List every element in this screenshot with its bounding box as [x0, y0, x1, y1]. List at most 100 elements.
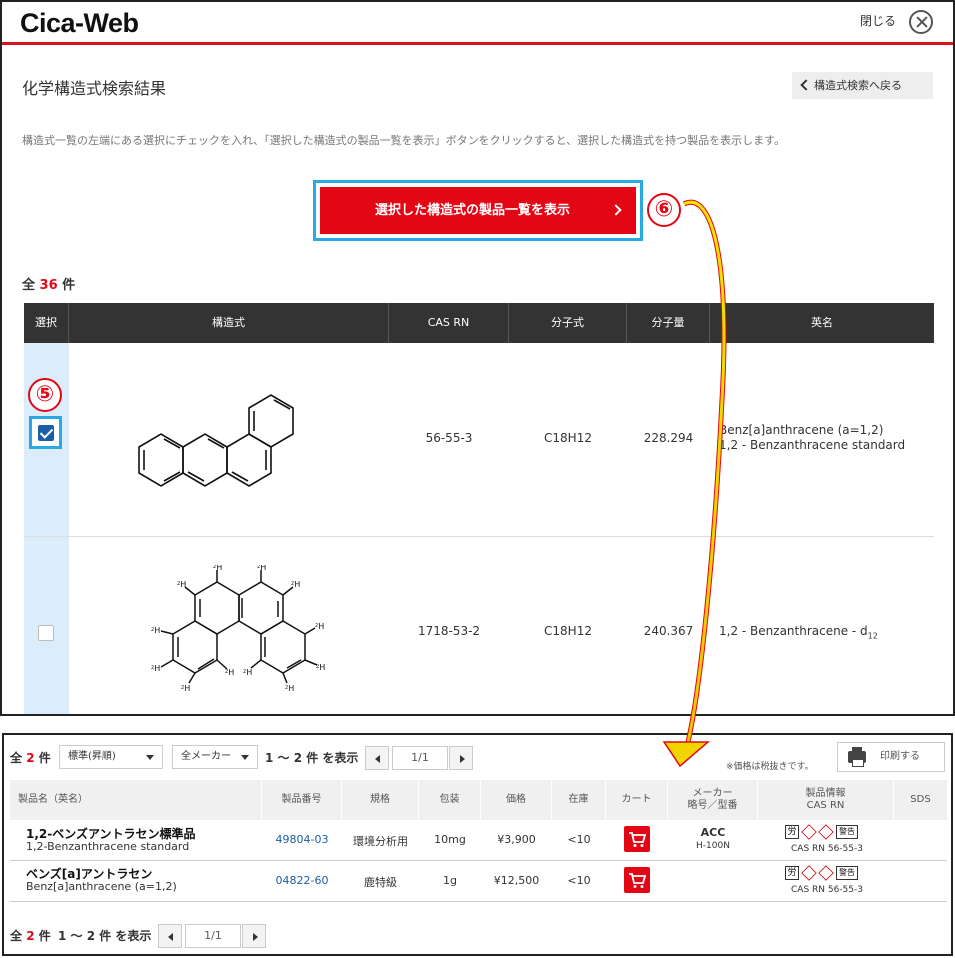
show-button-label: 選択した構造式の製品一覧を表示: [375, 203, 571, 218]
stock-value: <10: [567, 833, 591, 846]
col-product-code: 製品番号: [262, 780, 342, 820]
select-checkbox-checked[interactable]: [38, 425, 54, 441]
count-suffix: 件: [38, 929, 51, 943]
highlight-frame-show-button: 選択した構造式の製品一覧を表示: [313, 180, 643, 241]
count-value: 36: [39, 278, 58, 293]
grade-value: 鹿特級: [364, 876, 397, 889]
col-structure: 構造式: [69, 303, 389, 343]
chevron-left-icon: [800, 79, 812, 91]
col-product-info: 製品情報 CAS RN: [758, 780, 894, 820]
col-stock: 在庫: [552, 780, 606, 820]
maker-select-value: 全メーカー: [181, 751, 231, 762]
chevron-down-icon: [146, 755, 154, 760]
footer-page-input[interactable]: 1/1: [185, 924, 241, 948]
next-page-button[interactable]: [449, 746, 473, 770]
col-mw: 分子量: [627, 303, 710, 343]
col-formula: 分子式: [509, 303, 627, 343]
english-name-line1: Benz[a]anthracene (a=1,2): [719, 423, 884, 437]
col-cart: カート: [606, 780, 668, 820]
prev-page-button[interactable]: [365, 746, 389, 770]
svg-text:2H: 2H: [257, 565, 266, 572]
structure-table-header: 選択 構造式 CAS RN 分子式 分子量 英名: [24, 303, 934, 343]
pack-value: 10mg: [434, 833, 466, 846]
col-maker: メーカー 略号／型番: [668, 780, 758, 820]
table-row: ベンズ[a]アントラセン Benz[a]anthracene (a=1,2) 0…: [10, 861, 947, 902]
cart-icon: [629, 832, 647, 847]
footer-prev-page-button[interactable]: [158, 924, 182, 948]
table-row: 56-55-3 C18H12 228.294 Benz[a]anthracene…: [24, 343, 934, 537]
svg-text:2H: 2H: [151, 626, 160, 635]
deuterated-benzanthracene-structure-image: 2H 2H 2H 2H 2H 2H 2H 2H 2H 2H 2H 2H: [151, 565, 325, 693]
english-name-line1: 1,2 - Benzanthracene - d12: [719, 624, 878, 643]
english-name-subscript: 12: [867, 631, 878, 641]
col-english-name: 英名: [811, 316, 833, 329]
page-input[interactable]: 1/1: [392, 746, 448, 770]
count-suffix: 件: [38, 751, 51, 765]
mw-value: 228.294: [643, 431, 694, 445]
tax-note: ※価格は税抜きです。: [726, 762, 814, 772]
header-divider: [2, 42, 953, 45]
svg-text:2H: 2H: [213, 565, 222, 572]
col-grade: 規格: [342, 780, 419, 820]
select-checkbox-unchecked[interactable]: [38, 625, 54, 641]
count-prefix: 全: [10, 751, 23, 765]
col-price: 価格: [481, 780, 552, 820]
instruction-text: 構造式一覧の左端にある選択にチェックを入れ、「選択した構造式の製品一覧を表示」ボ…: [22, 134, 786, 147]
health-hazard-icon: [801, 865, 817, 881]
logo: Cica-Web: [20, 8, 139, 38]
count-value: 2: [26, 751, 35, 765]
svg-text:2H: 2H: [315, 622, 324, 631]
print-button[interactable]: 印刷する: [837, 742, 945, 772]
table-row: 2H 2H 2H 2H 2H 2H 2H 2H 2H 2H 2H 2H 1718…: [24, 537, 934, 714]
cas-rn: CAS RN 56-55-3: [791, 844, 863, 854]
col-cas: CAS RN: [389, 303, 509, 343]
print-label: 印刷する: [880, 751, 920, 762]
chevron-right-icon: [610, 204, 622, 216]
health-hazard-icon: [801, 824, 817, 840]
formula-value: C18H12: [544, 624, 592, 638]
maker-select[interactable]: 全メーカー: [172, 745, 258, 769]
chevron-down-icon: [241, 755, 249, 760]
add-to-cart-button[interactable]: [624, 867, 650, 893]
benzanthracene-structure-image: [138, 394, 294, 487]
product-count: 全 2 件: [10, 749, 51, 766]
add-to-cart-button[interactable]: [624, 826, 650, 852]
footer-next-page-button[interactable]: [242, 924, 266, 948]
english-name-text: 1,2 - Benzanthracene - d: [719, 624, 868, 638]
svg-text:2H: 2H: [177, 580, 186, 589]
maker-model: H-100N: [696, 841, 730, 851]
environment-hazard-icon: [818, 824, 834, 840]
back-to-structure-search-button[interactable]: 構造式検索へ戻る: [792, 72, 933, 99]
product-code-link[interactable]: 04822-60: [262, 874, 342, 887]
select-cell: [24, 343, 69, 536]
labor-law-icon: 労: [785, 866, 799, 880]
sort-select-value: 標準(昇順): [68, 751, 116, 762]
product-table-header: 製品名（英名） 製品番号 規格 包装 価格 在庫 カート メーカー 略号／型番 …: [10, 780, 947, 820]
mw-value: 240.367: [643, 624, 694, 638]
table-row: 1,2-ベンズアントラセン標準品 1,2-Benzanthracene stan…: [10, 820, 947, 861]
sort-select[interactable]: 標準(昇順): [59, 745, 163, 769]
close-link[interactable]: 閉じる: [860, 12, 896, 29]
count-value: 2: [26, 929, 35, 943]
header: Cica-Web 閉じる: [2, 2, 953, 46]
svg-text:2H: 2H: [243, 668, 252, 677]
show-selected-products-button[interactable]: 選択した構造式の製品一覧を表示: [320, 187, 636, 234]
col-pack: 包装: [419, 780, 481, 820]
cart-icon: [629, 873, 647, 888]
count-suffix: 件: [57, 278, 76, 293]
col-product-name: 製品名（英名）: [10, 780, 262, 820]
product-list-window: 全 2 件 標準(昇順) 全メーカー 1 〜 2 件 を表示 1/1 ※価格は税…: [2, 733, 953, 956]
footer-range-text: 1 〜 2 件 を表示: [58, 929, 152, 943]
back-button-label: 構造式検索へ戻る: [814, 79, 902, 92]
pack-value: 1g: [443, 874, 457, 887]
cas-rn: CAS RN 56-55-3: [791, 885, 863, 895]
product-code-link[interactable]: 49804-03: [262, 833, 342, 846]
step-badge-5: ⑤: [28, 378, 62, 412]
close-icon[interactable]: [909, 10, 933, 34]
hazard-icons: 労 警告: [785, 824, 858, 840]
environment-hazard-icon: [818, 865, 834, 881]
count-prefix: 全: [10, 929, 23, 943]
hazard-icons: 労 警告: [785, 865, 858, 881]
result-count: 全 36 件: [22, 274, 75, 293]
cas-value: 1718-53-2: [417, 624, 481, 638]
